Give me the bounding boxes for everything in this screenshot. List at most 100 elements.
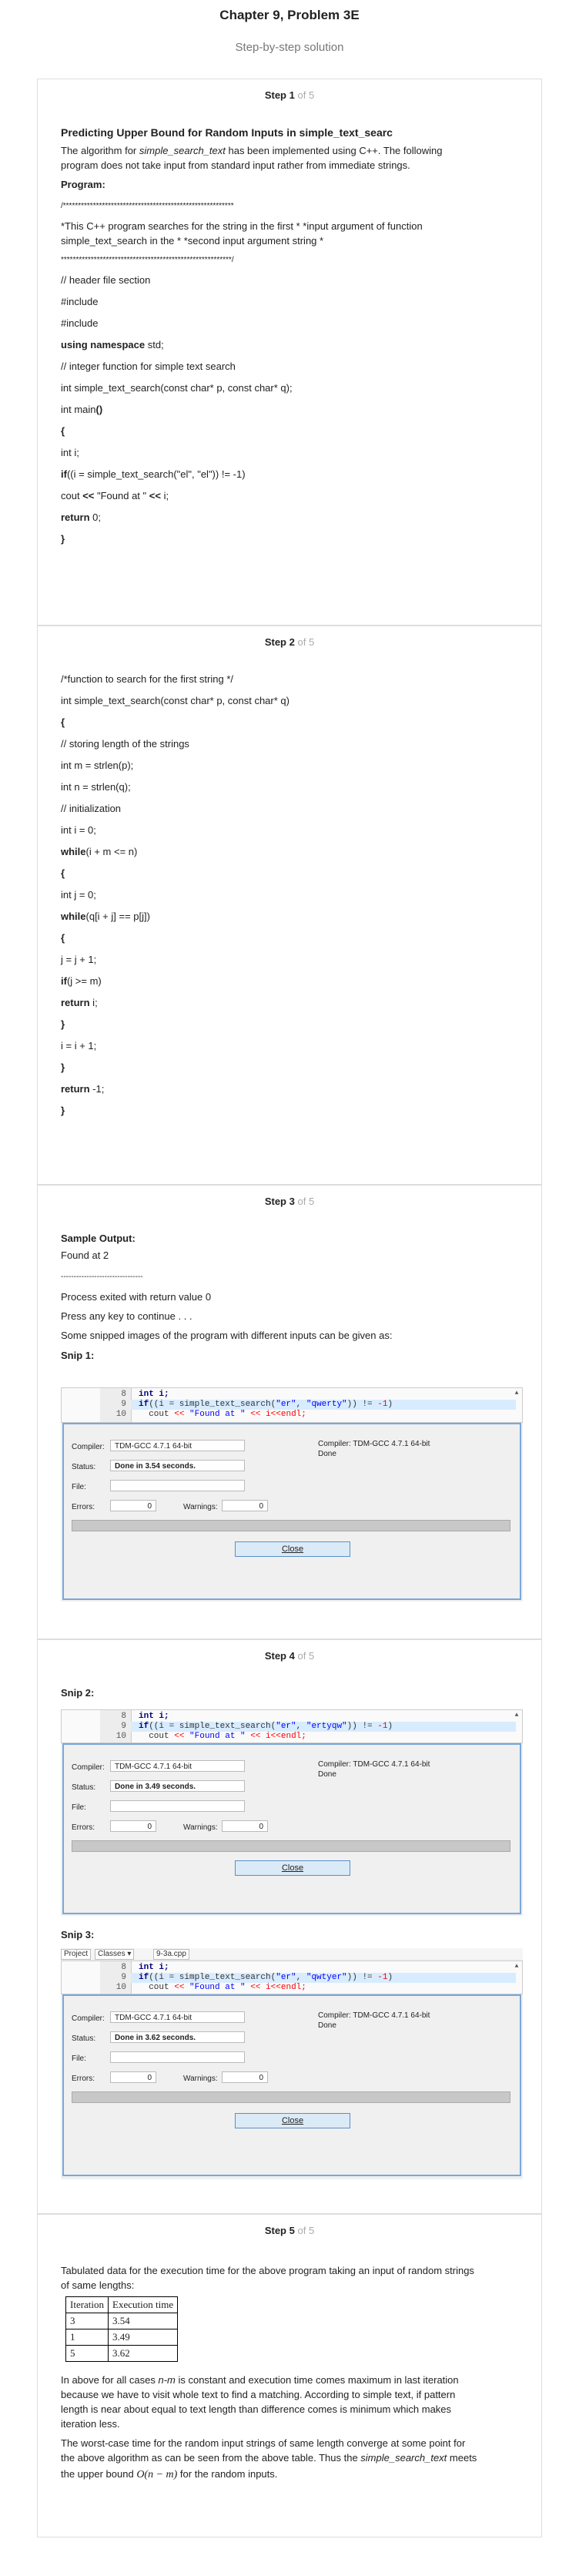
code-line: { [61, 716, 65, 728]
code-line: /*function to search for the first strin… [61, 673, 233, 685]
status-value: Done in 3.62 seconds. [110, 2031, 245, 2043]
code-editor: 8 int i; 9 if((i = simple_text_search("er"… [61, 1961, 523, 1994]
step-4-card: Step 4 of 5 Snip 2: 8 int i; 9 if((i = sim… [37, 1639, 542, 2214]
output-line: Found at 2 [61, 1249, 109, 1261]
code-line: return i; [61, 997, 98, 1008]
code-line: { [61, 425, 65, 437]
code-line: { [61, 932, 65, 944]
close-button[interactable]: Close [235, 2113, 350, 2128]
output-separator: -------------------------------- [61, 1273, 143, 1281]
table-row: 5 3.62 [65, 2345, 179, 2362]
compile-dialog: Compiler: TDM-GCC 4.7.1 64-bit Compiler:… [62, 1994, 521, 2176]
step-1-card: Step 1 of 5 Predicting Upper Bound for R… [37, 79, 542, 626]
table-header-row: Iteration Execution time [65, 2296, 179, 2313]
close-button[interactable]: Close [235, 1860, 350, 1876]
step-1-header: Step 1 of 5 [264, 89, 315, 101]
snip-3-screenshot: Project Classes ▾ 9-3a.cpp 8 int i; 9 if((… [61, 1948, 523, 2179]
code-line: // header file section [61, 274, 151, 286]
code-line: int simple_text_search(const char* p, co… [61, 382, 293, 394]
code-line: int n = strlen(q); [61, 781, 131, 793]
code-line: int j = 0; [61, 889, 96, 901]
status-value: Done in 3.54 seconds. [110, 1460, 245, 1471]
solution-subtitle: Step-by-step solution [235, 41, 344, 54]
comment-line-2: simple_text_search in the * *second inpu… [61, 235, 324, 247]
comment-stars-top: /***************************************… [61, 202, 234, 210]
scroll-up-icon[interactable]: ▲ [513, 1963, 520, 1971]
code-line: while(q[i + j] == p[j]) [61, 911, 150, 922]
table-intro-2: of same lengths: [61, 2279, 135, 2291]
tab-project[interactable]: Project [61, 1949, 92, 1960]
step-1-intro: The algorithm for simple_search_text has… [61, 145, 443, 156]
execution-time-table: Iteration Execution time 3 3.54 1 3.49 5… [65, 2296, 179, 2362]
scroll-up-icon[interactable]: ▲ [513, 1390, 520, 1397]
code-line: if(j >= m) [61, 975, 102, 987]
step-1-heading: Predicting Upper Bound for Random Inputs… [61, 126, 393, 139]
snip-1-screenshot: 8 int i; 9 if((i = simple_text_search("er"… [61, 1387, 523, 1602]
snip-intro: Some snipped images of the program with … [61, 1330, 393, 1341]
code-line: while(i + m <= n) [61, 846, 138, 857]
step-5-header: Step 5 of 5 [264, 2225, 315, 2236]
solution-page: Chapter 9, Problem 3E Step-by-step solut… [0, 0, 579, 2576]
compile-dialog: Compiler: TDM-GCC 4.7.1 64-bit Compiler:… [62, 1423, 521, 1600]
code-line: i = i + 1; [61, 1040, 97, 1052]
code-line: // initialization [61, 803, 122, 814]
conclusion-paragraph: The worst-case time for the random input… [61, 2437, 466, 2449]
code-line: using namespace std; [61, 339, 164, 351]
code-line: return 0; [61, 512, 102, 523]
snip-1-label: Snip 1: [61, 1350, 95, 1361]
step-3-header: Step 3 of 5 [264, 1196, 315, 1207]
step-2-card: Step 2 of 5 /*function to search for the… [37, 626, 542, 1185]
code-line: { [61, 867, 65, 879]
output-line: Process exited with return value 0 [61, 1291, 212, 1303]
status-value: Done in 3.49 seconds. [110, 1780, 245, 1792]
scroll-up-icon[interactable]: ▲ [513, 1712, 520, 1719]
output-line: Press any key to continue . . . [61, 1310, 192, 1322]
tab-file[interactable]: 9-3a.cpp [153, 1949, 189, 1960]
code-line: int m = strlen(p); [61, 760, 134, 771]
chevron-down-icon: ▾ [127, 1950, 132, 1958]
close-button[interactable]: Close [235, 1541, 350, 1557]
comment-line-1: *This C++ program searches for the strin… [61, 220, 423, 232]
tab-classes[interactable]: Classes ▾ [95, 1949, 135, 1960]
sample-output-label: Sample Output: [61, 1233, 136, 1244]
step-4-header: Step 4 of 5 [264, 1650, 315, 1662]
compile-dialog: Compiler: TDM-GCC 4.7.1 64-bit Compiler:… [62, 1743, 521, 1914]
code-line: int i; [61, 447, 79, 458]
code-line: #include [61, 296, 99, 307]
big-o-formula: O(n − m) [136, 2469, 178, 2480]
code-line: // integer function for simple text sear… [61, 361, 236, 372]
progress-bar [72, 1840, 510, 1852]
code-line: int main() [61, 404, 103, 415]
code-line: int simple_text_search(const char* p, co… [61, 695, 290, 706]
program-label: Program: [61, 179, 105, 190]
code-line: j = j + 1; [61, 954, 97, 965]
code-line: #include [61, 317, 99, 329]
table-intro: Tabulated data for the execution time fo… [61, 2265, 474, 2276]
chapter-title: Chapter 9, Problem 3E [219, 8, 360, 22]
progress-bar [72, 2091, 510, 2103]
comment-stars-bottom: ****************************************… [61, 256, 234, 264]
code-line: } [61, 1105, 65, 1116]
step-2-header: Step 2 of 5 [264, 636, 315, 648]
code-editor: 8 int i; 9 if((i = simple_text_search("er"… [61, 1709, 523, 1743]
code-line: int i = 0; [61, 824, 96, 836]
snip-2-label: Snip 2: [61, 1687, 95, 1699]
code-line: } [61, 533, 65, 545]
step-1-intro-2: program does not take input from standar… [61, 159, 410, 171]
analysis-paragraph: In above for all cases n-m is constant a… [61, 2374, 459, 2386]
code-line: if((i = simple_text_search("el", "el")) … [61, 468, 246, 480]
code-line: } [61, 1062, 65, 1073]
snip-3-label: Snip 3: [61, 1929, 95, 1940]
code-line: cout << "Found at " << i; [61, 490, 169, 501]
code-line: // storing length of the strings [61, 738, 189, 750]
step-5-card: Step 5 of 5 Tabulated data for the execu… [37, 2214, 542, 2537]
project-tabbar: Project Classes ▾ 9-3a.cpp [61, 1948, 523, 1960]
code-editor: 8 int i; 9 if((i = simple_text_search("er"… [61, 1387, 523, 1423]
progress-bar [72, 1520, 510, 1531]
table-row: 3 3.54 [65, 2313, 179, 2329]
snip-2-screenshot: 8 int i; 9 if((i = simple_text_search("er"… [61, 1709, 523, 1916]
code-line: } [61, 1018, 65, 1030]
table-row: 1 3.49 [65, 2329, 179, 2346]
code-line: return -1; [61, 1083, 105, 1095]
step-3-card: Step 3 of 5 Sample Output: Found at 2 --… [37, 1185, 542, 1639]
